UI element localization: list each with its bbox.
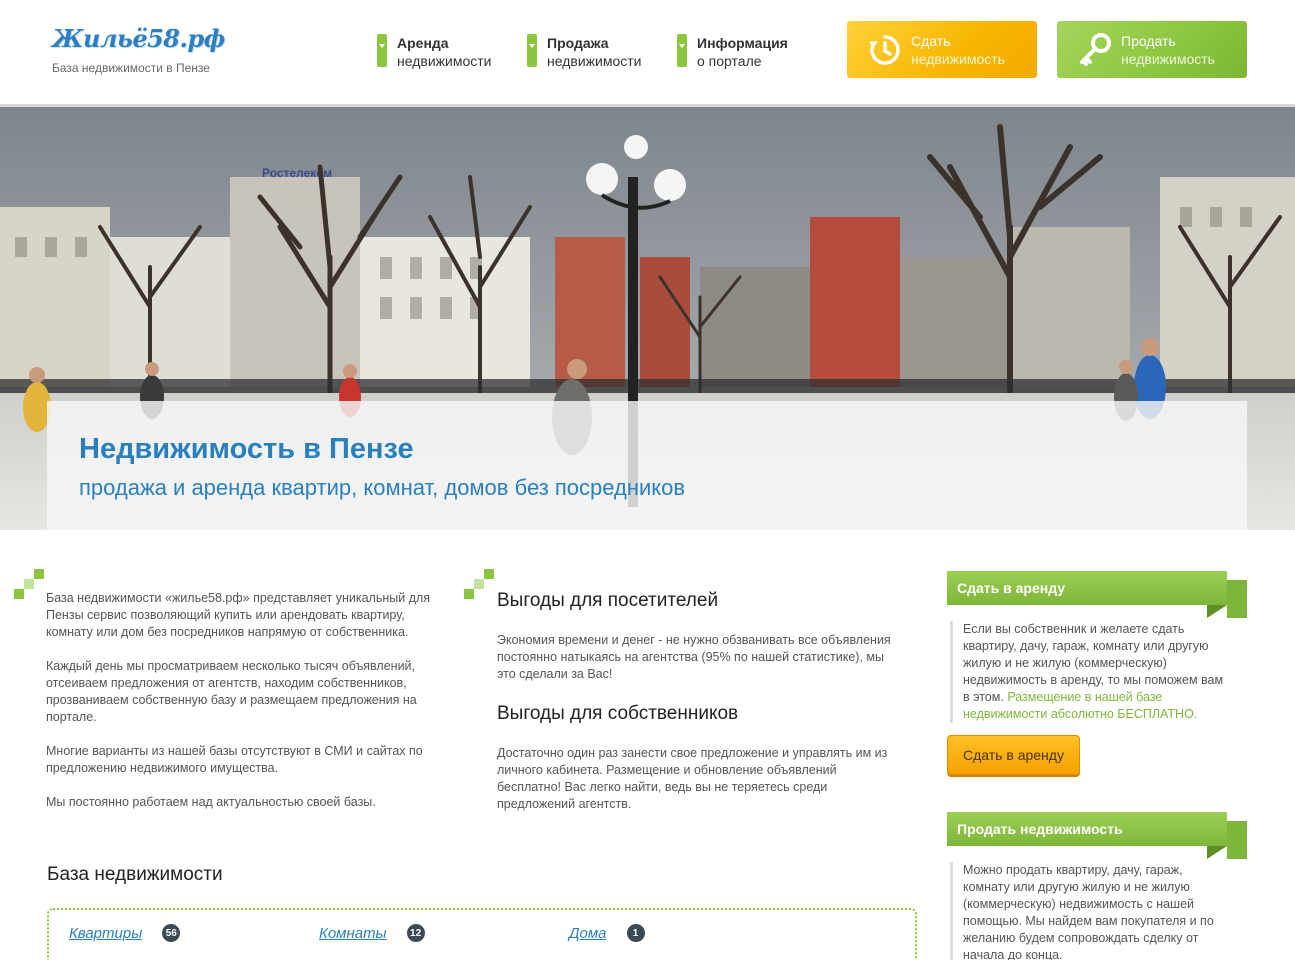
owners-benefits-text: Достаточно один раз занести свое предлож… [497,746,888,811]
category-link[interactable]: Дома [569,925,607,942]
corner-decor-icon [484,569,494,579]
corner-decor-icon [24,579,34,589]
dropdown-marker-icon [677,34,687,67]
category-houses: Дома 1 [569,924,645,942]
rent-out-button[interactable]: Сдать недвижимость [847,21,1037,78]
rent-widget-title: Сдать в аренду [947,571,1247,618]
category-link[interactable]: Квартиры [69,925,142,942]
corner-decor-icon [34,569,44,579]
hero-title: Недвижимость в Пензе [79,433,414,465]
corner-decor-icon [474,579,484,589]
rent-widget-text: Если вы собственник и желаете сдать квар… [950,621,1230,723]
dropdown-marker-icon [377,34,387,67]
site-tagline: База недвижимости в Пензе [52,61,210,75]
intro-paragraph: Мы постоянно работаем над актуальностью … [46,795,376,809]
category-rooms: Комнаты 12 [319,924,425,942]
sell-widget-title: Продать недвижимость [947,812,1247,859]
category-apartments: Квартиры 56 [69,924,181,942]
sell-button[interactable]: Продать недвижимость [1057,21,1247,78]
nav-rent[interactable]: Аренда недвижимости [377,34,491,70]
category-link[interactable]: Комнаты [319,925,387,942]
nav-sale[interactable]: Продажа недвижимости [527,34,641,70]
count-badge: 12 [406,924,425,942]
intro-paragraph: База недвижимости «жилье58.рф» представл… [46,591,431,639]
sell-widget-text: Можно продать квартиру, дачу, гараж, ком… [950,862,1230,960]
rent-out-widget-button[interactable]: Сдать в аренду [947,735,1080,775]
site-logo[interactable]: Жильё58.рф [52,24,225,53]
base-categories: Квартиры 56 Комнаты 12 Дома 1 [47,908,917,960]
corner-decor-icon [14,589,24,599]
key-icon [1080,32,1111,66]
nav-info[interactable]: Информация о портале [677,34,788,70]
intro-paragraph: Многие варианты из нашей базы отсутствую… [46,744,423,775]
visitors-benefits-title: Выгоды для посетителей [497,590,719,611]
site-header: Жильё58.рф База недвижимости в Пензе Аре… [0,0,1295,104]
corner-decor-icon [464,589,474,599]
hero-subtitle: продажа и аренда квартир, комнат, домов … [79,475,686,500]
dropdown-marker-icon [527,34,537,67]
intro-paragraph: Каждый день мы просматриваем несколько т… [46,659,417,724]
owners-benefits-title: Выгоды для собственников [497,703,739,724]
count-badge: 1 [626,924,645,942]
count-badge: 56 [162,924,181,942]
hero-banner: Ростелеком Недвижимость в Пензе продажа … [0,104,1295,530]
hero-caption: Недвижимость в Пензе продажа и аренда кв… [47,401,1247,530]
visitors-benefits-text: Экономия времени и денег - не нужно обзв… [497,633,891,681]
benefits-section: Выгоды для посетителей Экономия времени … [497,590,897,833]
base-title: База недвижимости [47,864,223,885]
clock-arrow-icon [869,34,900,65]
intro-text: База недвижимости «жилье58.рф» представл… [46,590,441,828]
